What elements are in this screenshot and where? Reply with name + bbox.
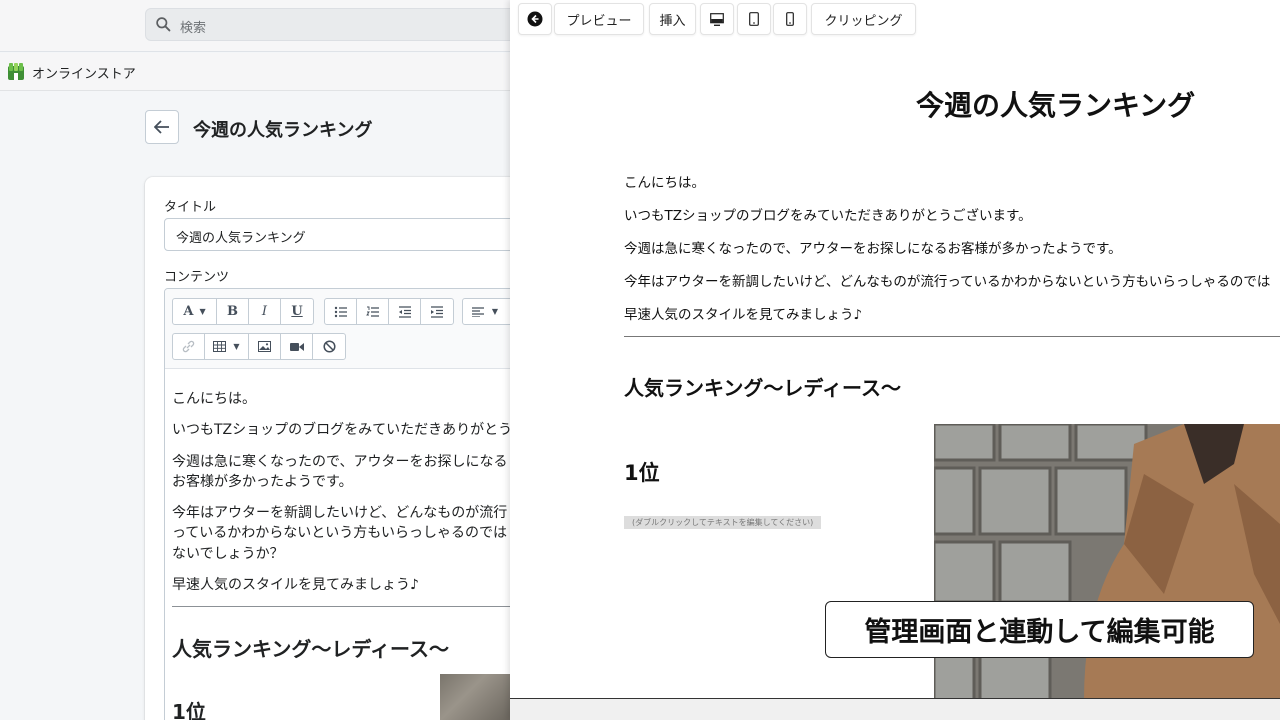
caption-badge: 管理画面と連動して編集可能 (825, 601, 1254, 658)
preview-button[interactable]: プレビュー (554, 3, 644, 35)
bullet-list-icon[interactable] (325, 299, 357, 324)
insert-button[interactable]: 挿入 (649, 3, 696, 35)
italic-label: I (261, 304, 268, 319)
table-dropdown[interactable]: ▼ (205, 334, 249, 359)
admin-topbar: 検索 (0, 0, 510, 52)
preview-product-photo[interactable] (934, 424, 1280, 700)
text-format-group: A ▼ B I U (172, 298, 314, 325)
editor-paragraph: こんにちは。 (172, 391, 256, 407)
preview-paragraph[interactable]: 今週は急に寒くなったので、アウターをお探しになるお客様が多かったようです。 (624, 237, 1122, 257)
caret-down-icon: ▼ (199, 307, 206, 316)
editor-image-thumbnail[interactable] (440, 674, 510, 720)
underline-button[interactable]: U (281, 299, 313, 324)
store-logo-icon (8, 63, 24, 80)
mobile-icon (786, 12, 794, 26)
preview-back-button[interactable] (518, 3, 552, 35)
preview-paragraph[interactable]: 早速人気のスタイルを見てみましょう♪ (624, 303, 862, 323)
outdent-icon[interactable] (389, 299, 421, 324)
preview-text-placeholder[interactable]: (ダブルクリックしてテキストを編集してください) (624, 516, 822, 529)
editor-paragraph: 早速人気のスタイルを見てみましょう♪ (172, 577, 419, 594)
coat-photo-image (934, 424, 1280, 700)
table-icon (213, 341, 227, 352)
admin-panel: 検索 オンラインストア 今週の人気ランキング タイトル 今週の人気ランキング コ… (0, 0, 510, 720)
tablet-icon (749, 12, 759, 26)
editor-divider (172, 606, 510, 608)
editor-paragraph: 今年はアウターを新調したいけど、どんなものが流行っているかわからないという方もい… (172, 505, 508, 562)
list-group (324, 298, 454, 325)
image-icon[interactable] (249, 334, 281, 359)
desktop-view-button[interactable] (700, 3, 734, 35)
editor-paragraph: いつもTZショップのブログをみていただきありがとうございます。 (172, 422, 510, 439)
back-button[interactable] (145, 110, 179, 144)
preview-paragraph[interactable]: 今年はアウターを新調したいけど、どんなものが流行っているかわからないという方もい… (624, 270, 1270, 290)
title-input[interactable]: 今週の人気ランキング (164, 218, 510, 251)
video-icon[interactable] (281, 334, 313, 359)
title-label: タイトル (164, 200, 217, 215)
align-left-icon (471, 306, 484, 317)
bold-button[interactable]: B (217, 299, 249, 324)
insert-group: ▼ (172, 333, 346, 360)
content-label: コンテンツ (164, 270, 230, 285)
underline-label: U (291, 304, 303, 319)
preview-rank[interactable]: 1位 (624, 457, 660, 487)
preview-bottom-bar (510, 698, 1280, 720)
align-group: ▼ (462, 298, 510, 325)
editor-heading: 人気ランキング〜レディース〜 (172, 637, 449, 662)
align-dropdown[interactable]: ▼ (463, 299, 507, 324)
editor-toolbar: A ▼ B I U ▼ ▼ (165, 289, 510, 369)
numbered-list-icon[interactable] (357, 299, 389, 324)
preview-heading[interactable]: 人気ランキング〜レディース〜 (624, 372, 901, 401)
search-bar[interactable]: 検索 (145, 8, 510, 41)
clipping-button[interactable]: クリッピング (811, 3, 916, 35)
search-placeholder: 検索 (180, 21, 207, 36)
caret-down-icon: ▼ (491, 307, 499, 316)
store-bar: オンラインストア (0, 53, 510, 91)
arrow-left-icon (154, 120, 169, 134)
preview-paragraph[interactable]: こんにちは。 (624, 171, 705, 191)
indent-icon[interactable] (421, 299, 453, 324)
editor-paragraph: 今週は急に寒くなったので、アウターをお探しになるお客様が多かったようです。 (172, 453, 508, 490)
mobile-view-button[interactable] (773, 3, 807, 35)
search-icon (156, 17, 171, 32)
clear-format-icon[interactable] (313, 334, 345, 359)
italic-button[interactable]: I (249, 299, 281, 324)
preview-toolbar: プレビュー 挿入 クリッピング (510, 0, 1280, 38)
preview-divider (624, 336, 1280, 337)
editor-body[interactable]: こんにちは。 いつもTZショップのブログをみていただきありがとうございます。 今… (172, 389, 510, 720)
store-name[interactable]: オンラインストア (32, 63, 136, 82)
link-icon[interactable] (173, 334, 205, 359)
circle-arrow-left-icon (527, 11, 543, 27)
tablet-view-button[interactable] (737, 3, 771, 35)
preview-panel: プレビュー 挿入 クリッピング 今週の人気ランキング こんにちは。 いつもTZシ… (510, 0, 1280, 720)
bold-label: B (227, 304, 238, 319)
desktop-icon (710, 12, 724, 26)
caret-down-icon: ▼ (233, 342, 240, 351)
font-style-label: A (183, 304, 194, 319)
preview-title[interactable]: 今週の人気ランキング (916, 84, 1195, 124)
preview-paragraph[interactable]: いつもTZショップのブログをみていただきありがとうございます。 (624, 204, 1032, 224)
page-title: 今週の人気ランキング (193, 120, 373, 141)
font-style-dropdown[interactable]: A ▼ (173, 299, 217, 324)
